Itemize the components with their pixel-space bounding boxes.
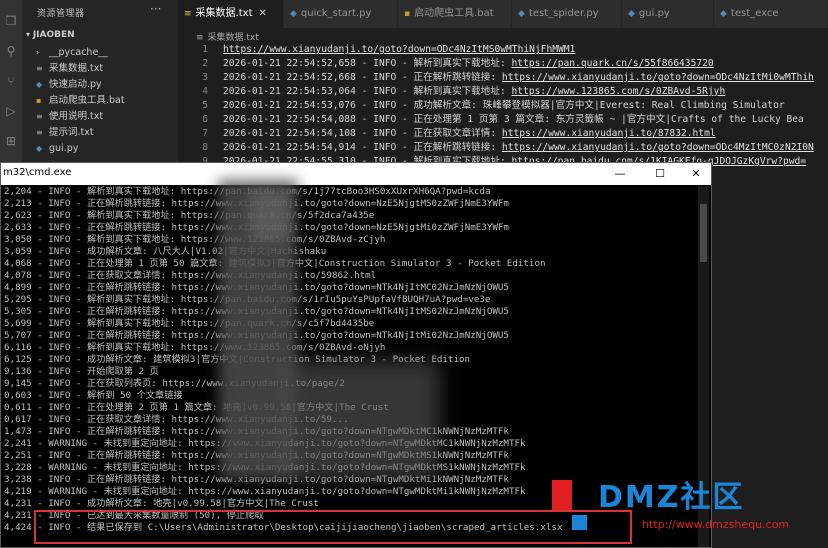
editor-line: 4 2026-01-21 22:54:53,064 - INFO - 解析到真实下… bbox=[202, 86, 726, 97]
editor-line: 6 2026-01-21 22:54:54,088 - INFO - 正在处理第 … bbox=[202, 114, 804, 125]
file-label: 启动爬虫工具.bat bbox=[49, 95, 125, 106]
editor-line: 2 2026-01-21 22:54:52,658 - INFO - 解析到真实下… bbox=[202, 58, 714, 69]
text-file-icon: ≡ bbox=[36, 64, 43, 73]
file-item[interactable]: ≡ 采集数据.txt bbox=[36, 62, 103, 76]
python-file-icon: ◆ bbox=[518, 9, 525, 19]
batch-file-icon: ▪ bbox=[404, 9, 411, 19]
extensions-icon[interactable]: ⊞ bbox=[4, 134, 18, 148]
editor-line: 8 2026-01-21 22:54:54,914 - INFO - 正在解析跳转… bbox=[202, 142, 814, 153]
chevron-right-icon: › bbox=[36, 48, 40, 57]
more-actions-icon[interactable]: ··· bbox=[150, 2, 161, 16]
tab-test-exce[interactable]: ◆ test_exce bbox=[714, 0, 828, 28]
tab-label: 启动爬虫工具.bat bbox=[414, 8, 494, 19]
editor-line: 3 2026-01-21 22:54:52,668 - INFO - 正在解析跳转… bbox=[202, 72, 814, 83]
python-file-icon: ◆ bbox=[36, 144, 43, 153]
tab-quick-start[interactable]: ◆ quick_start.py bbox=[284, 0, 398, 28]
tab-label: test_spider.py bbox=[528, 8, 599, 19]
batch-file-icon: ▪ bbox=[36, 96, 42, 105]
file-item[interactable]: ◆ 快速启动.py bbox=[36, 78, 102, 92]
cmd-line: 4,078 - INFO - 正在获取文章详情: https://www.xia… bbox=[4, 270, 377, 281]
search-icon[interactable]: ⚲ bbox=[4, 44, 18, 58]
cmd-line: 5,699 - INFO - 解析到真实下载地址: https://pan.qu… bbox=[4, 318, 375, 329]
file-label: 快速启动.py bbox=[49, 79, 102, 90]
tab-caiji-data[interactable]: ≡ 采集数据.txt ✕ bbox=[178, 0, 284, 28]
breadcrumb-label: 采集数据.txt bbox=[207, 33, 259, 43]
close-icon[interactable]: ✕ bbox=[259, 8, 267, 19]
cmd-title-bar[interactable]: m32\cmd.exe — ☐ ✕ bbox=[1, 163, 711, 185]
editor-line: 5 2026-01-21 22:54:53,076 - INFO - 成功解析文章… bbox=[202, 100, 785, 111]
minimize-button[interactable]: — bbox=[605, 163, 635, 185]
file-label: 采集数据.txt bbox=[49, 63, 104, 74]
file-label: gui.py bbox=[49, 143, 79, 154]
redaction-blur bbox=[290, 360, 440, 480]
explorer-title: 资源管理器 bbox=[37, 9, 85, 19]
maximize-button[interactable]: ☐ bbox=[645, 163, 675, 185]
editor-tabs: ≡ 采集数据.txt ✕ ◆ quick_start.py ▪ 启动爬虫工具.bat ◆… bbox=[178, 0, 828, 28]
close-button[interactable]: ✕ bbox=[681, 163, 711, 185]
file-item[interactable]: ◆ gui.py bbox=[36, 142, 78, 156]
tab-label: quick_start.py bbox=[300, 8, 372, 19]
file-label: 使用说明.txt bbox=[49, 111, 104, 122]
file-item[interactable]: ≡ 使用说明.txt bbox=[36, 110, 103, 124]
tab-label: test_exce bbox=[730, 8, 779, 19]
watermark-logo-blue bbox=[572, 515, 587, 530]
tab-gui[interactable]: ◆ gui.py bbox=[622, 0, 714, 28]
redaction-blur bbox=[250, 190, 290, 240]
folder-name: JIAOBEN bbox=[32, 30, 75, 40]
editor-line: 1 https://www.xianyudanji.to/goto?down=OD… bbox=[202, 44, 576, 55]
run-debug-icon[interactable]: ▷ bbox=[4, 104, 18, 118]
tab-label: gui.py bbox=[638, 8, 670, 19]
cmd-line: 4,219 - WARNING - 未找到重定向地址: https://www.… bbox=[4, 486, 526, 497]
file-label: 提示词.txt bbox=[49, 127, 94, 138]
cmd-line: 4,231 - INFO - 成功解析文章: 地壳|v0.99.58|官方中文|… bbox=[4, 498, 319, 509]
cmd-title: m32\cmd.exe bbox=[3, 167, 72, 178]
tab-label: 采集数据.txt bbox=[195, 8, 253, 19]
workspace-folder[interactable]: ▾ JIAOBEN bbox=[26, 30, 75, 40]
cmd-line: 0,603 - INFO - 解析到 50 个文章链接 bbox=[4, 390, 183, 401]
source-control-icon[interactable]: ⑂ bbox=[4, 74, 18, 88]
text-file-icon: ≡ bbox=[184, 9, 192, 19]
cmd-line: 6,116 - INFO - 解析到真实下载地址: https://www.12… bbox=[4, 342, 386, 353]
editor-line: 7 2026-01-21 22:54:54,108 - INFO - 正在获取文章… bbox=[202, 128, 716, 139]
cmd-line: 2,623 - INFO - 解析到真实下载地址: https://pan.qu… bbox=[4, 210, 375, 221]
text-file-icon: ≡ bbox=[36, 128, 43, 137]
watermark-text: DMZ社区 bbox=[598, 480, 745, 515]
file-item[interactable]: ▪ 启动爬虫工具.bat bbox=[36, 94, 125, 108]
python-file-icon: ◆ bbox=[720, 9, 727, 19]
files-icon[interactable]: ❐ bbox=[4, 14, 18, 28]
scrollbar-thumb[interactable] bbox=[700, 204, 707, 262]
python-file-icon: ◆ bbox=[628, 9, 635, 19]
file-item[interactable]: ≡ 提示词.txt bbox=[36, 126, 94, 140]
tab-start-tool[interactable]: ▪ 启动爬虫工具.bat bbox=[398, 0, 512, 28]
file-item[interactable]: › __pycache__ bbox=[36, 46, 108, 60]
cmd-line: 3,050 - INFO - 解析到真实下载地址: https://www.12… bbox=[4, 234, 386, 245]
text-file-icon: ≡ bbox=[196, 33, 204, 43]
highlight-box bbox=[34, 510, 632, 544]
file-label: __pycache__ bbox=[49, 47, 108, 58]
python-file-icon: ◆ bbox=[36, 80, 43, 89]
watermark-url: http://www.dmzshequ.com bbox=[642, 518, 790, 531]
tab-test-spider[interactable]: ◆ test_spider.py bbox=[512, 0, 622, 28]
text-file-icon: ≡ bbox=[36, 112, 43, 121]
python-file-icon: ◆ bbox=[290, 9, 297, 19]
breadcrumb[interactable]: ≡ 采集数据.txt bbox=[196, 30, 259, 43]
watermark-logo-red bbox=[552, 480, 572, 510]
cmd-line: 9,136 - INFO - 开始爬取第 2 页 bbox=[4, 366, 159, 377]
